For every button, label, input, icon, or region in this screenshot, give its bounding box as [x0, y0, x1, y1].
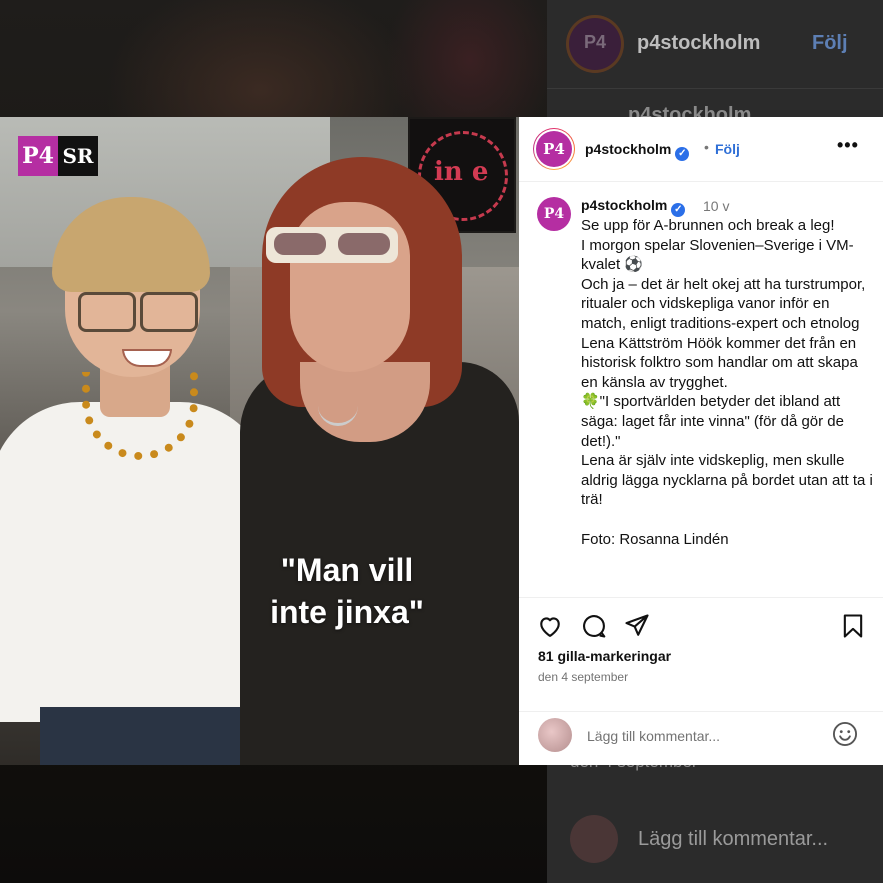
- background-follow-link: Följ: [812, 32, 848, 54]
- user-avatar: [538, 718, 572, 752]
- logo-p4: P4: [18, 136, 58, 176]
- image-quote-line1: "Man vill: [280, 552, 414, 588]
- likes-count[interactable]: 81 gilla-markeringar: [538, 648, 671, 664]
- background-avatar: P4: [566, 15, 624, 73]
- caption-timestamp[interactable]: 10 v: [703, 198, 729, 214]
- action-bar: [519, 597, 883, 652]
- caption-username[interactable]: p4stockholm: [581, 197, 667, 213]
- header-username-row: p4stockholm ✓: [585, 141, 690, 161]
- post-modal: in e P4 SR "Man vill inte jinxa" P4 p4st…: [0, 117, 883, 765]
- caption-username-row: p4stockholm ✓: [581, 197, 686, 217]
- background-username: p4stockholm: [637, 32, 761, 54]
- caption-text: Se upp för A-brunnen och break a leg! I …: [581, 217, 873, 548]
- person-left-glasses: [78, 292, 200, 332]
- person-left-jeans: [40, 707, 240, 765]
- post-side-panel: P4 p4stockholm ✓ • Följ ••• P4 p4stockhol…: [519, 117, 883, 765]
- emoji-icon[interactable]: [831, 720, 859, 748]
- more-options-button[interactable]: •••: [837, 135, 859, 156]
- wall-sign-text: in e: [434, 157, 489, 187]
- background-comment-placeholder: Lägg till kommentar...: [638, 828, 829, 850]
- background-comment-avatar: [570, 815, 618, 863]
- header-separator: •: [704, 139, 709, 155]
- post-date[interactable]: den 4 september: [538, 670, 628, 684]
- comment-icon[interactable]: [580, 612, 608, 640]
- post-image[interactable]: in e P4 SR "Man vill inte jinxa": [0, 117, 519, 765]
- verified-badge-icon: ✓: [675, 147, 690, 161]
- header-username[interactable]: p4stockholm: [585, 141, 671, 157]
- comment-input[interactable]: [585, 722, 819, 750]
- person-right-sunglasses: [266, 227, 398, 263]
- share-icon[interactable]: [623, 612, 651, 640]
- background-avatar-text: P4: [583, 32, 607, 52]
- caption-avatar[interactable]: P4: [537, 197, 571, 231]
- follow-button[interactable]: Följ: [715, 141, 740, 157]
- caption-area: P4 p4stockholm ✓ 10 v Se upp för A-brunne…: [519, 181, 883, 597]
- bookmark-icon[interactable]: [839, 612, 867, 640]
- image-quote: "Man vill inte jinxa": [232, 549, 462, 633]
- comment-bar: [519, 711, 883, 766]
- header-avatar[interactable]: P4: [536, 131, 572, 167]
- story-ring[interactable]: P4: [533, 128, 575, 170]
- p4-sr-logo: P4 SR: [18, 136, 98, 176]
- heart-icon[interactable]: [536, 612, 564, 640]
- background-divider: [547, 88, 883, 89]
- image-quote-line2: inte jinxa": [270, 594, 424, 630]
- logo-sr: SR: [58, 136, 98, 176]
- post-header: P4 p4stockholm ✓ • Följ •••: [519, 117, 883, 182]
- caption-verified-badge-icon: ✓: [671, 203, 686, 217]
